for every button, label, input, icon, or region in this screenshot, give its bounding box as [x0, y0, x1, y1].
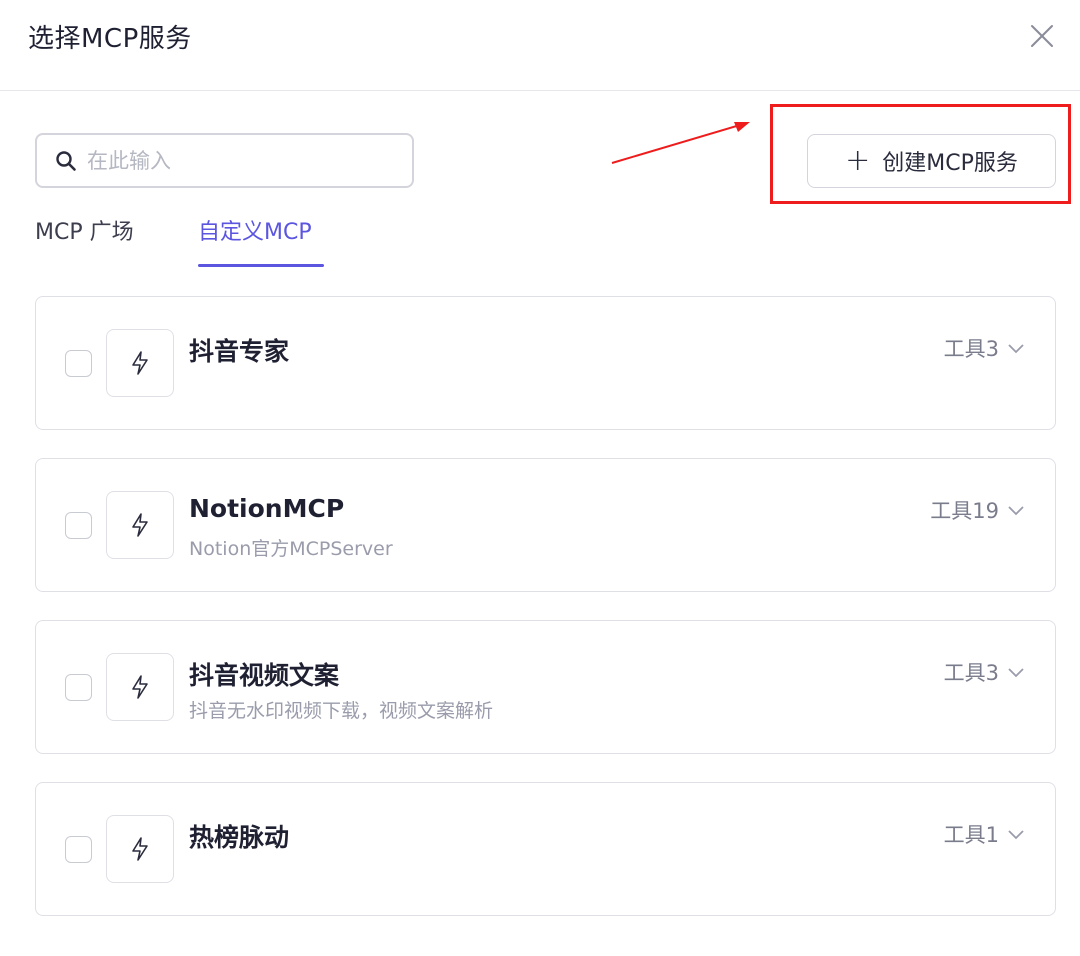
tools-dropdown[interactable]: 工具3 — [944, 333, 1025, 363]
annotation-arrow — [611, 122, 750, 164]
service-checkbox[interactable] — [65, 350, 92, 377]
tools-dropdown[interactable]: 工具19 — [930, 495, 1025, 525]
active-tab-indicator — [198, 264, 324, 267]
service-description: Notion官方MCPServer — [189, 538, 393, 560]
lightning-icon — [132, 837, 148, 861]
tab-mcp-plaza[interactable]: MCP 广场 — [35, 214, 134, 246]
service-name: 抖音视频文案 — [189, 661, 340, 690]
lightning-icon — [132, 675, 148, 699]
lightning-icon — [132, 513, 148, 537]
plus-icon: + — [845, 143, 871, 178]
chevron-down-icon — [1008, 668, 1024, 678]
tools-count: 工具3 — [943, 337, 999, 361]
search-icon — [56, 150, 76, 171]
create-mcp-label: 创建MCP服务 — [882, 151, 1018, 176]
service-name: NotionMCP — [189, 494, 345, 523]
dialog-header: 选择MCP服务 — [0, 0, 1080, 91]
service-description: 抖音无水印视频下载，视频文案解析 — [189, 700, 494, 722]
service-card[interactable]: 抖音视频文案 抖音无水印视频下载，视频文案解析 工具3 — [35, 620, 1056, 754]
dialog-title: 选择MCP服务 — [28, 24, 192, 54]
service-name: 抖音专家 — [189, 337, 290, 366]
search-box[interactable] — [35, 133, 414, 188]
service-card[interactable]: 热榜脉动 工具1 — [35, 782, 1056, 916]
chevron-down-icon — [1008, 344, 1024, 354]
create-mcp-button[interactable]: + 创建MCP服务 — [807, 134, 1056, 188]
service-card[interactable]: NotionMCP Notion官方MCPServer 工具19 — [35, 458, 1056, 592]
tools-count: 工具3 — [943, 661, 999, 685]
close-button[interactable] — [1024, 18, 1060, 54]
close-icon — [1031, 25, 1053, 47]
service-icon-box — [106, 653, 174, 721]
tools-count: 工具1 — [943, 823, 999, 847]
service-name: 热榜脉动 — [189, 823, 290, 852]
tools-count: 工具19 — [930, 499, 999, 523]
chevron-down-icon — [1008, 830, 1024, 840]
service-checkbox[interactable] — [65, 512, 92, 539]
lightning-icon — [132, 351, 148, 375]
tools-dropdown[interactable]: 工具1 — [944, 819, 1025, 849]
chevron-down-icon — [1008, 506, 1024, 516]
service-card[interactable]: 抖音专家 工具3 — [35, 296, 1056, 430]
service-checkbox[interactable] — [65, 836, 92, 863]
tools-dropdown[interactable]: 工具3 — [944, 657, 1025, 687]
service-checkbox[interactable] — [65, 674, 92, 701]
service-icon-box — [106, 815, 174, 883]
tab-custom-mcp[interactable]: 自定义MCP — [198, 214, 312, 246]
search-input[interactable] — [87, 148, 387, 173]
service-icon-box — [106, 329, 174, 397]
service-icon-box — [106, 491, 174, 559]
